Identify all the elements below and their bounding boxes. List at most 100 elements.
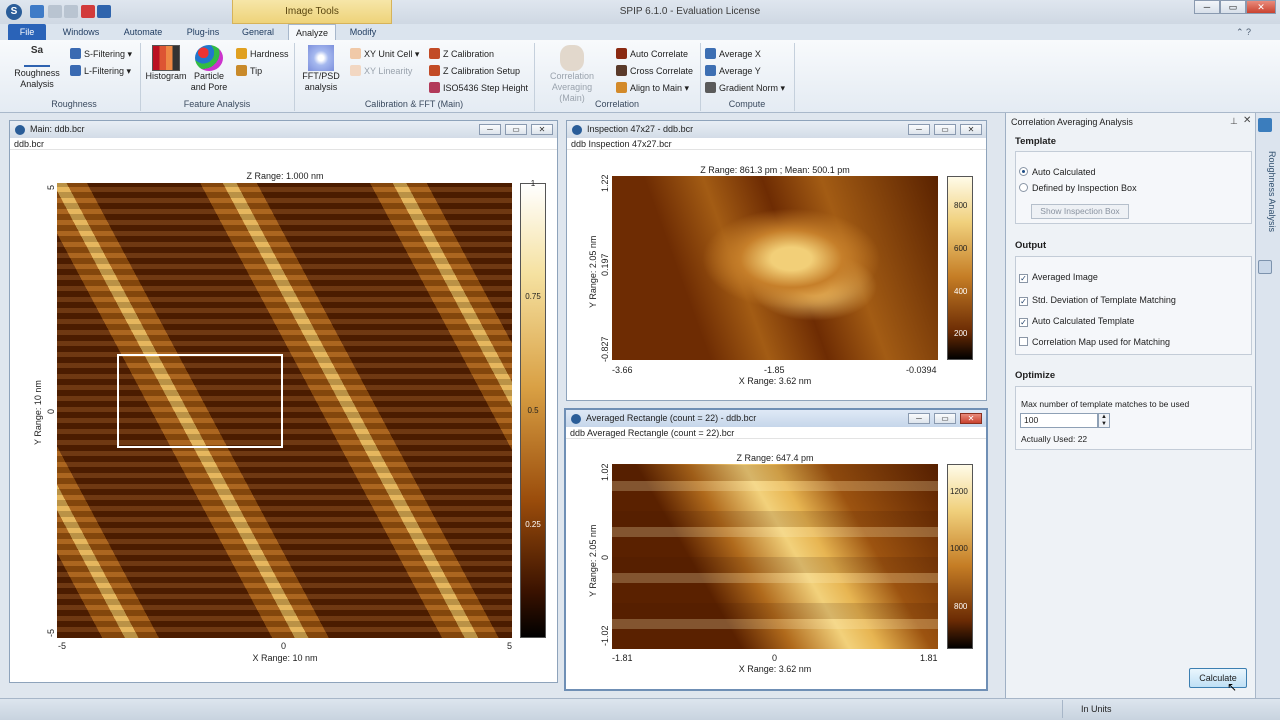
undo-icon[interactable] <box>48 5 62 18</box>
main-ctick: 0.5 <box>527 406 539 415</box>
averaged-zrange: Z Range: 647.4 pm <box>736 453 814 463</box>
tab-automate[interactable]: Automate <box>116 24 170 40</box>
auto-template-checkbox[interactable]: ✓ Auto Calculated Template <box>1019 316 1134 327</box>
tab-modify[interactable]: Modify <box>342 24 384 40</box>
maximize-button[interactable]: ▭ <box>1220 0 1246 14</box>
close-window-button[interactable]: ✕ <box>960 124 982 135</box>
close-window-button[interactable]: ✕ <box>960 413 982 424</box>
window-icon <box>571 414 581 424</box>
group-correlation: Correlation <box>594 99 640 109</box>
iso5436-button[interactable]: ISO5436 Step Height <box>429 82 528 94</box>
histogram-button[interactable]: Histogram <box>145 45 187 97</box>
max-matches-spinner[interactable]: ▲ ▼ <box>1098 413 1110 428</box>
correlation-averaging-button[interactable]: Correlation Averaging (Main) <box>538 45 606 103</box>
tip-button[interactable]: Tip <box>236 65 262 77</box>
calculate-button[interactable]: Calculate <box>1189 668 1247 688</box>
app-icon[interactable]: S <box>6 4 22 20</box>
average-y-button[interactable]: Average Y <box>705 65 761 77</box>
averaged-image-label: Averaged Image <box>1032 272 1098 282</box>
z-calibration-button[interactable]: Z Calibration <box>429 48 494 60</box>
radio-icon <box>1019 167 1028 176</box>
maximize-window-button[interactable]: ▭ <box>934 413 956 424</box>
checkbox-checked-icon: ✓ <box>1019 297 1028 306</box>
tab-analyze[interactable]: Analyze <box>288 24 336 40</box>
maximize-window-button[interactable]: ▭ <box>505 124 527 135</box>
minimize-window-button[interactable]: ─ <box>908 124 930 135</box>
main-xtick: -5 <box>58 641 67 651</box>
fft-psd-button[interactable]: FFT/PSD analysis <box>300 45 342 97</box>
minimize-window-button[interactable]: ─ <box>908 413 930 424</box>
save-icon[interactable] <box>30 5 44 18</box>
roughness-side-tab[interactable]: Roughness Analysis <box>1259 151 1277 232</box>
averaged-image-checkbox[interactable]: ✓ Averaged Image <box>1019 272 1098 283</box>
z-calibration-setup-label: Z Calibration Setup <box>443 66 521 76</box>
panel-toggle-icon[interactable] <box>1258 118 1272 132</box>
z-calibration-label: Z Calibration <box>443 49 495 59</box>
hardness-label: Hardness <box>250 49 289 59</box>
inspection-box[interactable] <box>117 354 283 448</box>
inspection-ctick: 400 <box>954 287 968 296</box>
tab-general[interactable]: General <box>236 24 280 40</box>
max-matches-input[interactable]: 100 <box>1020 413 1098 428</box>
defined-by-box-radio[interactable]: Defined by Inspection Box <box>1019 183 1137 193</box>
inspection-afm-image[interactable] <box>612 176 938 360</box>
main-yrange: Y Range: 10 nm <box>33 380 43 445</box>
tab-file[interactable]: File <box>8 24 46 40</box>
close-button[interactable]: ✕ <box>1246 0 1276 14</box>
averaged-window-titlebar[interactable]: Averaged Rectangle (count = 22) - ddb.bc… <box>566 410 986 427</box>
main-window-titlebar[interactable]: Main: ddb.bcr ─ ▭ ✕ <box>10 121 557 138</box>
auto-correlate-button[interactable]: Auto Correlate <box>616 48 688 60</box>
maximize-window-button[interactable]: ▭ <box>934 124 956 135</box>
grid-red-icon[interactable] <box>81 5 95 18</box>
panel-close-icon[interactable]: ✕ <box>1243 115 1251 126</box>
xy-linearity-button[interactable]: XY Linearity <box>350 65 412 77</box>
particle-pore-button[interactable]: Particle and Pore <box>190 45 228 97</box>
redo-icon[interactable] <box>64 5 78 18</box>
show-inspection-box-button[interactable]: Show Inspection Box <box>1031 204 1129 219</box>
particle-icon <box>195 45 223 71</box>
tab-plugins[interactable]: Plug-ins <box>178 24 228 40</box>
averaged-xrange: X Range: 3.62 nm <box>738 664 812 674</box>
xy-unit-cell-label: XY Unit Cell <box>364 49 413 59</box>
checkbox-checked-icon: ✓ <box>1019 318 1028 327</box>
average-y-label: Average Y <box>719 66 761 76</box>
help-icon[interactable]: ⌃ ? <box>1236 27 1251 38</box>
profile-icon <box>24 57 50 67</box>
gradient-norm-label: Gradient Norm <box>719 83 779 93</box>
average-x-button[interactable]: Average X <box>705 48 761 60</box>
histogram-icon <box>152 45 180 71</box>
histogram-label: Histogram <box>145 71 187 81</box>
l-filtering-button[interactable]: L-Filtering ▾ <box>70 65 131 77</box>
cross-correlate-button[interactable]: Cross Correlate <box>616 65 693 77</box>
inspection-window-titlebar[interactable]: Inspection 47x27 - ddb.bcr ─ ▭ ✕ <box>567 121 986 138</box>
grid-blue-icon[interactable] <box>97 5 111 18</box>
pin-icon[interactable]: ⊥ <box>1230 116 1238 127</box>
auto-calculated-radio[interactable]: Auto Calculated <box>1019 167 1096 177</box>
group-calibration-fft: Calibration & FFT (Main) <box>364 99 464 109</box>
std-deviation-checkbox[interactable]: ✓ Std. Deviation of Template Matching <box>1019 295 1176 306</box>
gradient-norm-button[interactable]: Gradient Norm ▾ <box>705 82 785 94</box>
unit-cell-icon <box>350 48 361 59</box>
xy-unit-cell-button[interactable]: XY Unit Cell ▾ <box>350 48 419 60</box>
output-heading: Output <box>1015 240 1047 251</box>
palette-icon[interactable] <box>1258 260 1272 274</box>
correlation-map-label: Correlation Map used for Matching <box>1032 337 1171 347</box>
minimize-window-button[interactable]: ─ <box>479 124 501 135</box>
main-xtick: 0 <box>281 641 287 651</box>
averaged-xtick: 1.81 <box>920 653 938 663</box>
z-calibration-setup-button[interactable]: Z Calibration Setup <box>429 65 520 77</box>
roughness-analysis-button[interactable]: Sa Roughness Analysis <box>12 45 62 97</box>
correlation-map-checkbox[interactable]: Correlation Map used for Matching <box>1019 337 1170 347</box>
inspection-xtick: -1.85 <box>764 365 785 375</box>
gradient-icon <box>705 82 716 93</box>
close-window-button[interactable]: ✕ <box>531 124 553 135</box>
tab-windows[interactable]: Windows <box>56 24 106 40</box>
align-to-main-button[interactable]: Align to Main ▾ <box>616 82 689 94</box>
iso5436-label: ISO5436 Step Height <box>443 83 529 93</box>
hardness-button[interactable]: Hardness <box>236 48 289 60</box>
averaged-afm-image[interactable] <box>612 464 938 649</box>
minimize-button[interactable]: ─ <box>1194 0 1220 14</box>
averaged-xtick: -1.81 <box>612 653 633 663</box>
s-filtering-button[interactable]: S-Filtering ▾ <box>70 48 132 60</box>
window-title: SPIP 6.1.0 - Evaluation License <box>619 6 761 17</box>
